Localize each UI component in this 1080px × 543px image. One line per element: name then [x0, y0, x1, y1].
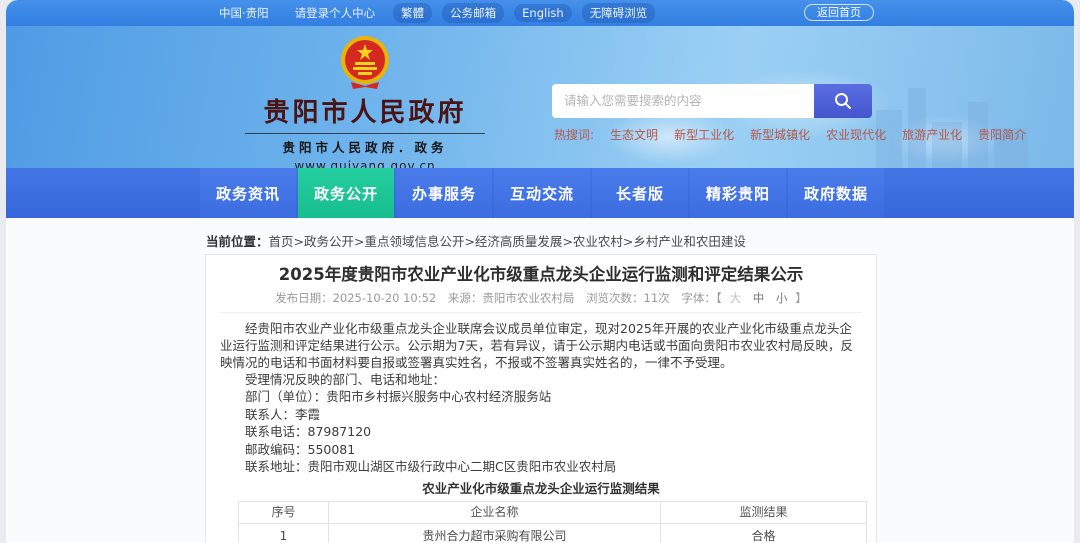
contact-person: 联系人：李霞	[245, 406, 321, 422]
main-nav: 政务资讯 政务公开 办事服务 互动交流 长者版 精彩贵阳 政府数据	[6, 168, 1074, 218]
article-card: 2025年度贵阳市农业产业化市级重点龙头企业运行监测和评定结果公示 发布日期：2…	[205, 254, 877, 543]
site-logo[interactable]: 贵阳市人民政府 贵阳市人民政府．政务 www.guiyang.gov.cn	[215, 34, 515, 173]
article-paragraph: 受理情况反映的部门、电话和地址：	[245, 372, 446, 387]
contact-phone: 联系电话：87987120	[245, 424, 372, 439]
topbar-links: 中国·贵阳 请登录个人中心 繁體 公务邮箱 English 无障碍浏览	[211, 3, 656, 23]
font-size-small[interactable]: 小	[776, 291, 788, 305]
breadcrumb: 当前位置：首页>政务公开>重点领域信息公开>经济高质量发展>农业农村>乡村产业和…	[206, 231, 746, 250]
site-subtitle: 贵阳市人民政府．政务	[282, 140, 448, 155]
search-bar	[552, 84, 872, 118]
logo-divider	[245, 133, 485, 134]
site-name: 贵阳市人民政府	[263, 98, 467, 128]
header-company: 企业名称	[328, 500, 661, 524]
search-icon	[835, 93, 851, 109]
cell-company: 贵州合力超市采购有限公司	[328, 522, 661, 543]
topbar-link-region[interactable]: 中国·贵阳	[211, 3, 277, 23]
table-header-row: 序号 企业名称 监测结果	[238, 500, 867, 524]
search-button[interactable]	[814, 84, 872, 118]
table-row: 1 贵州合力超市采购有限公司 合格	[238, 522, 867, 543]
contact-address: 联系地址：贵阳市观山湖区市级行政中心二期C区贵阳市农业农村局	[245, 459, 617, 474]
hot-word[interactable]: 新型城镇化	[750, 126, 810, 143]
hot-word[interactable]: 贵阳简介	[978, 126, 1026, 143]
article-source: 来源：贵阳市农业农村局	[447, 291, 575, 305]
nav-item-news[interactable]: 政务资讯	[200, 168, 296, 218]
breadcrumb-path[interactable]: 首页>政务公开>重点领域信息公开>经济高质量发展>农业农村>乡村产业和农田建设	[269, 234, 746, 249]
hot-word[interactable]: 生态文明	[610, 126, 658, 143]
nav-items: 政务资讯 政务公开 办事服务 互动交流 长者版 精彩贵阳 政府数据	[200, 168, 886, 218]
nav-item-senior[interactable]: 长者版	[592, 168, 688, 218]
view-count: 浏览次数：11次	[586, 291, 670, 305]
hot-word[interactable]: 农业现代化	[826, 126, 886, 143]
page: 中国·贵阳 请登录个人中心 繁體 公务邮箱 English 无障碍浏览 返回首页	[6, 0, 1074, 543]
header-result: 监测结果	[660, 500, 867, 524]
font-size-medium[interactable]: 中	[753, 291, 765, 305]
nav-item-interaction[interactable]: 互动交流	[494, 168, 590, 218]
nav-item-highlights[interactable]: 精彩贵阳	[690, 168, 786, 218]
topbar-link-english[interactable]: English	[514, 4, 572, 22]
article-title: 2025年度贵阳市农业产业化市级重点龙头企业运行监测和评定结果公示	[278, 265, 804, 284]
font-size-large[interactable]: 大	[730, 291, 742, 305]
header-banner: 贵阳市人民政府 贵阳市人民政府．政务 www.guiyang.gov.cn 热搜…	[6, 26, 1074, 173]
top-utility-bar: 中国·贵阳 请登录个人中心 繁體 公务邮箱 English 无障碍浏览 返回首页	[6, 0, 1074, 26]
header-index: 序号	[238, 500, 329, 524]
cell-index: 1	[238, 522, 329, 543]
font-size-bracket: 】	[795, 291, 807, 305]
font-size-label: 字体：【	[681, 291, 722, 305]
contact-postcode: 邮政编码：550081	[245, 441, 356, 457]
topbar-link-traditional[interactable]: 繁體	[393, 3, 433, 23]
national-emblem-icon	[341, 36, 389, 89]
topbar-link-accessibility[interactable]: 无障碍浏览	[581, 3, 656, 23]
table-caption: 农业产业化市级重点龙头企业运行监测结果	[422, 480, 660, 496]
content-area: 当前位置：首页>政务公开>重点领域信息公开>经济高质量发展>农业农村>乡村产业和…	[6, 218, 1074, 543]
article-paragraph: 经贵阳市农业产业化市级重点龙头企业联席会议成员单位审定，现对2025年开展的农业…	[220, 321, 853, 370]
nav-item-services[interactable]: 办事服务	[396, 168, 492, 218]
monitoring-result-table: 序号 企业名称 监测结果 1 贵州合力超市采购有限公司 合格 2 贵州友禾种业有…	[238, 500, 867, 543]
contact-department: 部门（单位）：贵阳市乡村振兴服务中心农村经济服务站	[245, 389, 552, 404]
article-body: 经贵阳市农业产业化市级重点龙头企业联席会议成员单位审定，现对2025年开展的农业…	[220, 320, 867, 543]
topbar-link-mail[interactable]: 公务邮箱	[442, 3, 505, 23]
hot-word[interactable]: 旅游产业化	[902, 126, 962, 143]
hot-word[interactable]: 新型工业化	[674, 126, 734, 143]
topbar-link-login[interactable]: 请登录个人中心	[287, 3, 384, 23]
breadcrumb-label: 当前位置：	[206, 234, 269, 249]
return-home-button[interactable]: 返回首页	[804, 4, 874, 21]
hot-search-row: 热搜词: 生态文明 新型工业化 新型城镇化 农业现代化 旅游产业化 贵阳简介	[554, 126, 1026, 143]
cell-result: 合格	[660, 522, 867, 543]
nav-item-gov-data[interactable]: 政府数据	[788, 168, 884, 218]
article-meta: 发布日期：2025-10-20 10:52 来源：贵阳市农业农村局 浏览次数：1…	[220, 290, 862, 313]
hot-search-label: 热搜词:	[554, 128, 595, 142]
nav-item-gov-open[interactable]: 政务公开	[298, 168, 394, 218]
publish-date: 发布日期：2025-10-20 10:52	[275, 291, 437, 305]
search-input[interactable]	[552, 84, 814, 118]
